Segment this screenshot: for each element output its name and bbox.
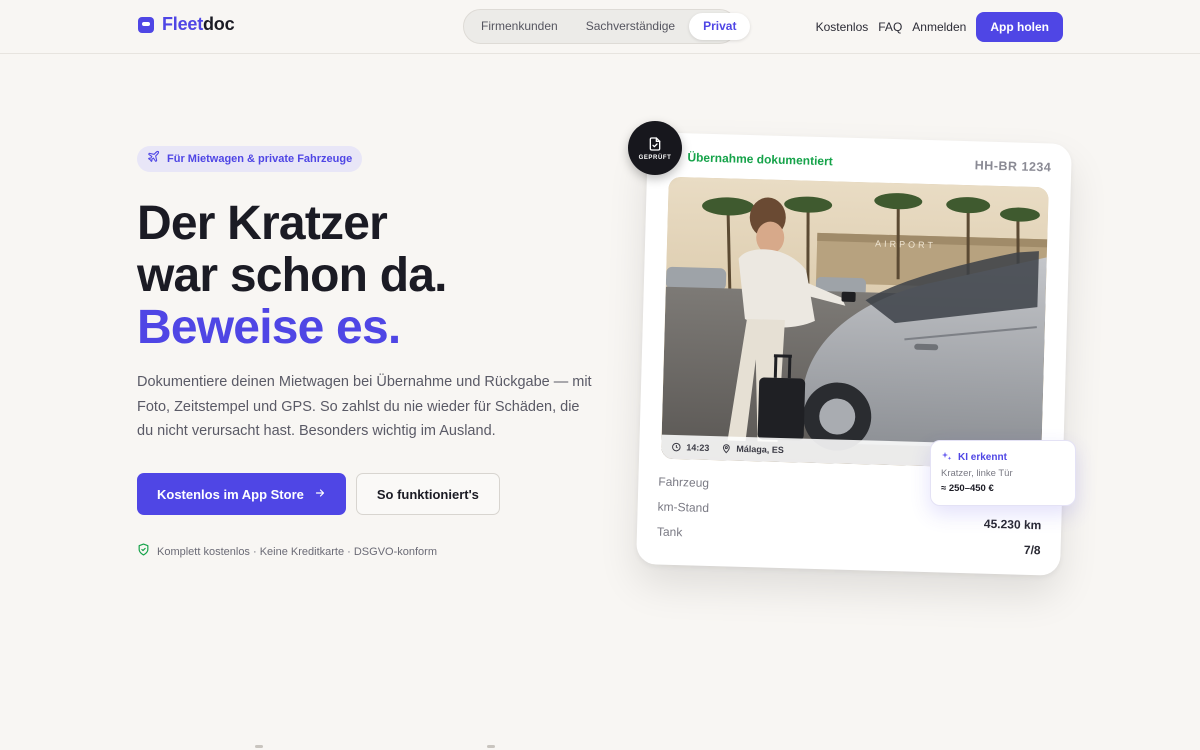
shield-check-icon [137, 543, 150, 561]
ai-detection-header: KI erkennt [941, 451, 1065, 463]
nav-link-kostenlos[interactable]: Kostenlos [816, 20, 869, 34]
brand-logo[interactable]: Fleetdoc [138, 14, 235, 35]
ai-detection-popup: KI erkennt Kratzer, linke Tür ≈ 250–450 … [930, 440, 1076, 506]
trust-text: Komplett kostenlos · Keine Kreditkarte ·… [157, 546, 437, 558]
airport-sign: AIRPORT [875, 239, 936, 251]
brand-name: Fleetdoc [162, 14, 235, 35]
detail-value-mileage: 45.230 km [983, 516, 1042, 533]
hero-headline: Der Kratzer war schon da. Beweise es. [137, 198, 597, 354]
headline-line-1: Der Kratzer [137, 197, 388, 250]
headline-line-2: war schon da. [137, 249, 447, 302]
audience-tab-sachverstaendige[interactable]: Sachverständige [572, 13, 689, 40]
nav-actions: Kostenlos FAQ Anmelden App holen [816, 12, 1063, 42]
audience-tab-firmenkunden[interactable]: Firmenkunden [467, 13, 572, 40]
headline-line-3: Beweise es. [137, 301, 401, 354]
photo-timestamp: 14:23 [671, 442, 709, 453]
how-it-works-button[interactable]: So funktioniert's [355, 473, 500, 515]
photo-location-text: Málaga, ES [736, 443, 784, 456]
detail-label-mileage: km-Stand [657, 499, 710, 516]
hero-cta-row: Kostenlos im App Store So funktioniert's [137, 473, 500, 515]
trust-line: Komplett kostenlos · Keine Kreditkarte ·… [137, 543, 437, 561]
brand-name-part2: doc [203, 14, 235, 34]
documentation-card: Übernahme dokumentiert HH-BR 1234 AIRPOR… [636, 132, 1072, 576]
handover-status: Übernahme dokumentiert [687, 150, 833, 169]
detail-label-vehicle: Fahrzeug [658, 474, 710, 491]
ai-detection-title: KI erkennt [958, 451, 1007, 463]
detail-value-fuel: 7/8 [1023, 542, 1041, 558]
plane-icon [147, 150, 160, 168]
arrow-right-icon [314, 487, 326, 502]
document-check-icon [649, 136, 661, 151]
photo-time: 14:23 [686, 442, 710, 453]
get-app-button[interactable]: App holen [976, 12, 1063, 42]
audience-tab-privat[interactable]: Privat [689, 13, 751, 40]
next-section-mark [255, 745, 263, 748]
detail-label-fuel: Tank [656, 524, 683, 540]
sparkle-icon [942, 452, 952, 460]
nav-link-faq[interactable]: FAQ [878, 20, 902, 34]
verified-stamp: GEPRÜFT [628, 121, 682, 175]
app-store-button[interactable]: Kostenlos im App Store [137, 473, 346, 515]
audience-switcher: Firmenkunden Sachverständige Privat [463, 9, 751, 44]
badge-text: Für Mietwagen & private Fahrzeuge [167, 153, 353, 165]
license-plate: HH-BR 1234 [974, 158, 1052, 175]
app-store-button-label: Kostenlos im App Store [157, 486, 304, 502]
verified-stamp-label: GEPRÜFT [638, 154, 672, 161]
next-section-peek [0, 745, 1200, 750]
top-navigation: Fleetdoc Firmenkunden Sachverständige Pr… [0, 0, 1200, 54]
logo-icon [138, 16, 154, 33]
location-pin-icon [722, 444, 730, 454]
ai-detection-estimate: ≈ 250–450 € [941, 483, 994, 494]
hero-description: Dokumentiere deinen Mietwagen bei Überna… [137, 374, 592, 439]
car-photo-illustration: AIRPORT [661, 176, 1049, 470]
brand-name-part1: Fleet [162, 14, 204, 34]
clock-icon [672, 442, 681, 452]
nav-link-anmelden[interactable]: Anmelden [912, 20, 966, 34]
audience-badge: Für Mietwagen & private Fahrzeuge [137, 146, 363, 172]
ai-detection-finding: Kratzer, linke Tür [941, 468, 1013, 479]
rental-car-photo: AIRPORT 14:23 Málaga, ES [661, 176, 1049, 470]
photo-location: Málaga, ES [721, 443, 784, 455]
next-section-mark [487, 745, 495, 748]
